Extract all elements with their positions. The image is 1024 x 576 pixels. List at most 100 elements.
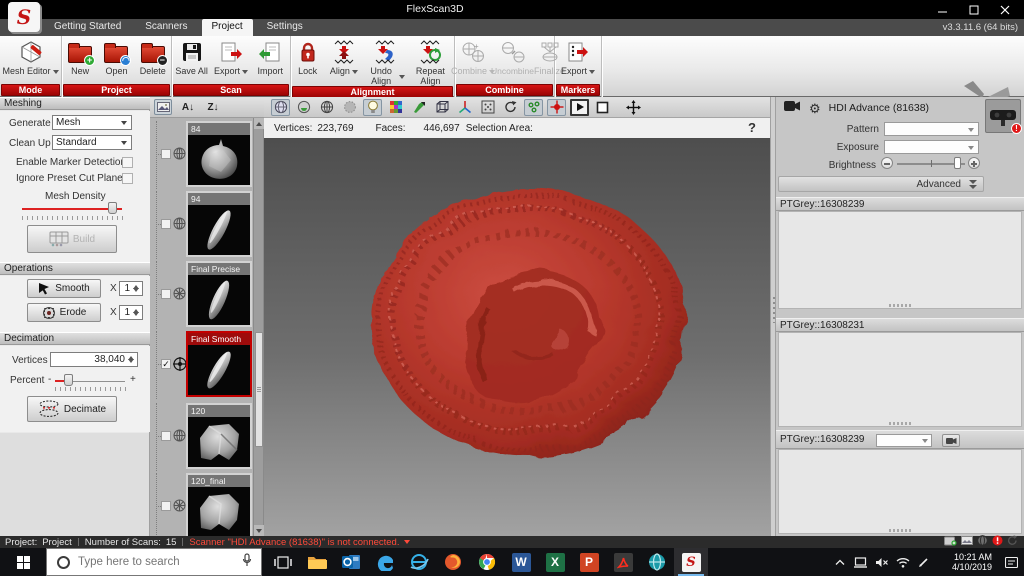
coin-3d-model[interactable] [364, 181, 694, 471]
search-input[interactable] [78, 556, 242, 568]
tray-device-icon[interactable] [850, 548, 871, 576]
sphere-tool-icon[interactable] [977, 535, 988, 549]
delete-project-button[interactable]: − Delete [135, 39, 171, 76]
erode-button[interactable]: Erode [27, 303, 101, 322]
pattern-select[interactable] [884, 122, 979, 136]
sort-descending-button[interactable]: Z↓ [204, 99, 222, 115]
points-view-icon[interactable] [340, 99, 359, 116]
camera-section-header[interactable]: PTGrey::16308239 [776, 430, 1024, 449]
repeat-align-button[interactable]: Repeat Align [408, 39, 452, 86]
export-markers-button[interactable]: Export [560, 39, 596, 76]
scan-select-checkbox[interactable] [161, 149, 171, 159]
scan-select-checkbox[interactable] [161, 289, 171, 299]
smooth-button[interactable]: Smooth [27, 279, 101, 298]
tab-settings[interactable]: Settings [257, 19, 313, 36]
refresh-icon[interactable] [1007, 535, 1018, 549]
wheel-icon[interactable] [173, 287, 186, 305]
export-scan-button[interactable]: Export [213, 39, 249, 76]
help-button[interactable]: ? [748, 120, 756, 135]
gear-icon[interactable]: ⚙ [809, 102, 821, 115]
mesh-density-slider[interactable] [108, 202, 117, 214]
image-icon[interactable] [961, 536, 973, 548]
mesh-sphere-icon[interactable] [173, 147, 186, 165]
lighting-toggle-icon[interactable] [363, 98, 382, 116]
lock-button[interactable]: Lock [293, 39, 323, 76]
thumbnail-view-icon[interactable] [154, 99, 172, 115]
camera-section-header[interactable]: PTGrey::16308239 [776, 197, 1024, 211]
generate-select[interactable]: Mesh [52, 115, 132, 130]
outlook-icon[interactable] [334, 548, 368, 576]
camera-section-header[interactable]: PTGrey::16308231 [776, 318, 1024, 332]
save-all-button[interactable]: Save All [174, 39, 210, 76]
scan-thumbnail[interactable]: 120 [186, 403, 252, 469]
tab-project[interactable]: Project [201, 19, 253, 36]
flexscan3d-taskbar-icon[interactable]: S [674, 548, 708, 576]
close-button[interactable] [989, 0, 1020, 19]
combine-button[interactable]: + Combine [451, 39, 496, 76]
acrobat-icon[interactable] [606, 548, 640, 576]
scan-thumbnail[interactable]: 120_final [186, 473, 252, 539]
camera-icon[interactable] [784, 99, 801, 117]
clean-tool-icon[interactable] [409, 99, 428, 116]
alert-icon[interactable] [992, 535, 1003, 549]
scroll-up-icon[interactable] [254, 118, 264, 129]
scan-list-scrollbar[interactable] [253, 118, 264, 536]
scan-select-checkbox[interactable] [161, 359, 171, 369]
internet-explorer-icon[interactable] [402, 548, 436, 576]
pen-icon[interactable] [913, 548, 934, 576]
exposure-select[interactable] [884, 140, 979, 154]
sort-ascending-button[interactable]: A↓ [179, 99, 197, 115]
selection-rect-icon[interactable] [593, 99, 612, 116]
texture-map-icon[interactable] [386, 99, 405, 116]
scan-thumbnail[interactable]: 94 [186, 191, 252, 257]
textured-view-icon[interactable] [294, 99, 313, 116]
add-card-icon[interactable] [944, 536, 957, 549]
scan-select-checkbox[interactable] [161, 219, 171, 229]
brightness-increase-button[interactable] [968, 157, 980, 169]
chrome-icon[interactable] [470, 548, 504, 576]
file-explorer-icon[interactable] [300, 548, 334, 576]
action-center-icon[interactable] [998, 548, 1024, 576]
viewport-canvas[interactable] [264, 139, 770, 536]
rotate-view-icon[interactable] [501, 99, 520, 116]
brightness-slider[interactable] [954, 157, 961, 169]
scanner-preview-tile[interactable] [985, 99, 1022, 134]
uncombine-button[interactable]: Uncombine [491, 39, 534, 76]
open-project-button[interactable]: ◠ Open [98, 39, 134, 76]
wheel-icon[interactable] [173, 499, 186, 517]
scrollbar-handle[interactable] [255, 332, 263, 447]
wireframe-view-icon[interactable] [317, 99, 336, 116]
erode-count-spinner[interactable]: 1 [119, 305, 143, 320]
advanced-toggle[interactable]: Advanced [778, 176, 984, 192]
percent-slider[interactable] [64, 374, 73, 386]
globe-app-icon[interactable] [640, 548, 674, 576]
maximize-button[interactable] [958, 0, 989, 19]
tab-getting-started[interactable]: Getting Started [44, 19, 131, 36]
scan-thumbnail-selected[interactable]: Final Smooth [186, 331, 252, 397]
new-project-button[interactable]: + New [62, 39, 98, 76]
snapshot-button[interactable] [942, 434, 960, 447]
taskbar-search[interactable] [46, 548, 262, 576]
pan-tool-icon[interactable] [624, 99, 643, 116]
crosshair-sphere-icon[interactable] [173, 357, 187, 376]
scan-thumbnail[interactable]: 84 [186, 121, 252, 187]
brightness-decrease-button[interactable] [881, 157, 893, 169]
minimize-button[interactable] [927, 0, 958, 19]
undo-align-button[interactable]: Undo Align [365, 39, 406, 86]
camera-mode-select[interactable] [876, 434, 932, 447]
firefox-icon[interactable] [436, 548, 470, 576]
markers-toggle-icon[interactable] [524, 98, 543, 116]
tab-scanners[interactable]: Scanners [135, 19, 197, 36]
excel-icon[interactable]: X [538, 548, 572, 576]
powerpoint-icon[interactable]: P [572, 548, 606, 576]
scan-select-checkbox[interactable] [161, 501, 171, 511]
mesh-editor-button[interactable]: Mesh Editor [2, 39, 60, 76]
cleanup-select[interactable]: Standard [52, 135, 132, 150]
warning-dropdown-icon[interactable] [404, 540, 411, 544]
marker-grid-icon[interactable] [478, 99, 497, 116]
volume-muted-icon[interactable] [871, 548, 892, 576]
shaded-mesh-view-icon[interactable] [271, 98, 290, 116]
alignment-marker-icon[interactable] [547, 98, 566, 116]
scroll-down-icon[interactable] [254, 525, 264, 536]
mesh-sphere-icon[interactable] [173, 217, 186, 235]
